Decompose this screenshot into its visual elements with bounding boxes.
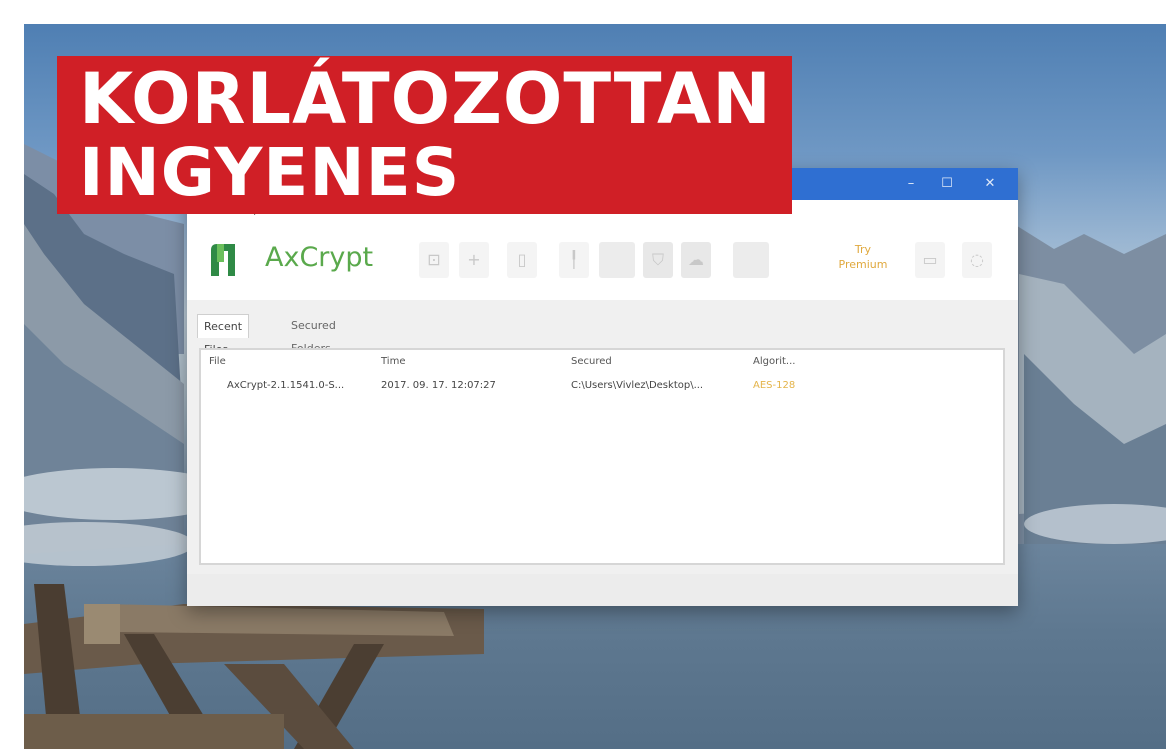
- open-button[interactable]: [599, 242, 635, 278]
- plus-icon: +: [467, 250, 481, 269]
- minimize-button[interactable]: –: [896, 172, 926, 196]
- axcrypt-logo-icon: [211, 244, 235, 276]
- tab-secured-folders[interactable]: Secured Folders: [285, 314, 342, 355]
- headline-line-2: INGYENES: [79, 134, 461, 211]
- toolbar: AxCrypt ⊡ + ▯ ╿ ⛉ ☁ Try Premium ▭ ◌: [187, 222, 1018, 300]
- brand-name: AxCrypt: [265, 242, 374, 273]
- axcrypt-window[interactable]: – ☐ ✕ File Help AxCrypt ⊡ + ▯ ╿ ⛉ ☁ Try …: [187, 168, 1018, 606]
- chat-icon: ▭: [922, 250, 938, 269]
- cell-file: AxCrypt-2.1.1541.0-S...: [227, 380, 345, 391]
- folder-button[interactable]: [733, 242, 769, 278]
- recent-files-list[interactable]: File Time Secured Algorit... AxCrypt-2.1…: [199, 348, 1005, 565]
- premium-line-2: Premium: [838, 258, 888, 271]
- shield-button[interactable]: ⛉: [643, 242, 673, 278]
- lock-icon: ⊡: [427, 250, 441, 269]
- key-icon: ╿: [569, 250, 579, 269]
- premium-line-1: Try: [854, 243, 872, 256]
- tab-recent-files[interactable]: Recent Files: [197, 314, 250, 356]
- maximize-button[interactable]: ☐: [932, 172, 962, 196]
- cloud-icon: ☁: [688, 250, 704, 269]
- bulb-icon: ◌: [970, 250, 984, 269]
- feedback-button[interactable]: ▭: [915, 242, 945, 278]
- secure-file-button[interactable]: ⊡: [419, 242, 449, 278]
- try-premium-button[interactable]: Try Premium: [823, 242, 903, 272]
- cell-algorithm: AES-128: [753, 380, 796, 391]
- column-header-secured[interactable]: Secured: [571, 356, 612, 367]
- column-header-time[interactable]: Time: [381, 356, 405, 367]
- shield-icon: ⛉: [651, 250, 664, 269]
- column-header-file[interactable]: File: [209, 356, 226, 367]
- cell-time: 2017. 09. 17. 12:07:27: [381, 380, 496, 391]
- document-icon: ▯: [517, 250, 527, 269]
- settings-button[interactable]: ◌: [962, 242, 992, 278]
- status-bar: [187, 574, 1018, 606]
- cell-secured: C:\Users\Vivlez\Desktop\...: [571, 380, 704, 391]
- column-header-algorithm[interactable]: Algorit...: [753, 356, 795, 367]
- add-button[interactable]: +: [459, 242, 489, 278]
- decrypt-button[interactable]: ▯: [507, 242, 537, 278]
- headline-banner: KORLÁTOZOTTAN INGYENES: [57, 56, 792, 214]
- cloud-button[interactable]: ☁: [681, 242, 711, 278]
- close-button[interactable]: ✕: [975, 172, 1005, 196]
- headline-line-1: KORLÁTOZOTTAN: [79, 58, 772, 140]
- key-button[interactable]: ╿: [559, 242, 589, 278]
